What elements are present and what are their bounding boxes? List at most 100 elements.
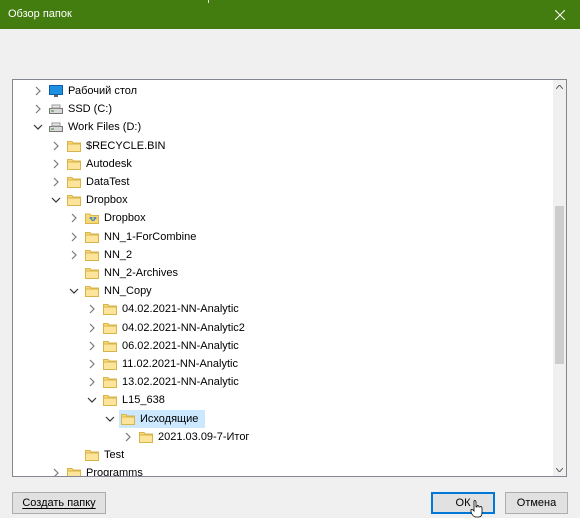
tree-item[interactable]: NN_2-Archives	[13, 264, 555, 282]
chevron-right-icon[interactable]	[87, 341, 97, 351]
tree-item[interactable]: Рабочий стол	[13, 82, 555, 100]
chevron-up-icon	[556, 84, 563, 89]
close-button[interactable]	[540, 0, 580, 29]
mouse-cursor-icon	[470, 500, 483, 518]
folder-icon	[85, 268, 99, 279]
tree-item-label: 13.02.2021-NN-Analytic	[122, 376, 239, 389]
chevron-right-icon[interactable]	[123, 432, 133, 442]
cancel-button[interactable]: Отмена	[505, 492, 568, 514]
tree-item[interactable]: 2021.03.09-7-Итог	[13, 428, 555, 446]
tree-item-label: Work Files (D:)	[68, 121, 142, 134]
chevron-right-icon[interactable]	[69, 213, 79, 223]
folder-icon	[67, 177, 81, 188]
tree-item-label: 06.02.2021-NN-Analytic	[122, 339, 239, 352]
tree-item-label: Autodesk	[86, 157, 132, 170]
folder-icon	[85, 450, 99, 461]
tree-item-label: SSD (C:)	[68, 103, 112, 116]
desktop-icon	[49, 85, 63, 97]
tree-item[interactable]: NN_1-ForCombine	[13, 228, 555, 246]
new-folder-label: Создать папку	[22, 497, 96, 509]
folder-icon	[103, 340, 117, 352]
tree-item-label: $RECYCLE.BIN	[86, 139, 166, 152]
new-folder-button[interactable]: Создать папку	[12, 492, 106, 514]
tree-item-label: 04.02.2021-NN-Analytic	[122, 303, 239, 316]
folder-icon	[67, 468, 81, 476]
chevron-right-icon[interactable]	[51, 159, 61, 169]
chevron-right-icon[interactable]	[51, 141, 61, 151]
tree-item[interactable]: 04.02.2021-NN-Analytic	[13, 300, 555, 318]
scroll-down-arrow[interactable]	[553, 463, 566, 476]
vertical-scrollbar[interactable]	[553, 80, 566, 476]
chevron-right-icon[interactable]	[87, 359, 97, 369]
tree-item[interactable]: Autodesk	[13, 155, 555, 173]
chevron-right-icon[interactable]	[69, 232, 79, 242]
tree-item[interactable]: DataTest	[13, 173, 555, 191]
folder-icon	[103, 395, 117, 407]
chevron-down-icon	[556, 467, 563, 472]
tree-item[interactable]: Test	[13, 446, 555, 464]
folder-icon	[139, 431, 153, 443]
tree-item[interactable]: 11.02.2021-NN-Analytic	[13, 355, 555, 373]
chevron-down-icon[interactable]	[69, 286, 79, 296]
chevron-down-icon[interactable]	[105, 414, 115, 424]
tree-item[interactable]: Dropbox	[13, 209, 555, 227]
tree-item-label: NN_2	[104, 248, 133, 261]
folder-icon	[103, 304, 117, 316]
tree-item-label: Dropbox	[86, 194, 128, 207]
tree-item[interactable]: Dropbox	[13, 191, 555, 209]
dropbox-folder-icon	[85, 213, 99, 225]
folder-tree[interactable]: Programms Test 2021.03.09-7-Итог Исходящие L…	[12, 79, 567, 477]
title-bar: Обзор папок	[0, 0, 580, 29]
chevron-right-icon[interactable]	[87, 304, 97, 314]
folder-icon	[67, 140, 81, 152]
folder-icon	[103, 377, 117, 389]
tree-item[interactable]: $RECYCLE.BIN	[13, 137, 555, 155]
tree-item-label: NN_1-ForCombine	[104, 230, 197, 243]
tree-item[interactable]: SSD (C:)	[13, 100, 555, 118]
tree-item-label: 11.02.2021-NN-Analytic	[122, 358, 238, 370]
ok-label: ОК	[455, 497, 471, 509]
tree-item-label: 2021.03.09-7-Итог	[158, 430, 250, 443]
folder-icon	[85, 231, 99, 243]
chevron-down-icon[interactable]	[33, 122, 43, 132]
folder-icon	[85, 286, 99, 298]
tree-item-label: Dropbox	[104, 212, 146, 225]
tree-item[interactable]: Programms	[13, 464, 555, 477]
folder-icon	[103, 322, 117, 334]
folder-icon	[67, 195, 81, 207]
tree-item[interactable]: NN_2	[13, 246, 555, 264]
chevron-right-icon[interactable]	[87, 377, 97, 387]
drive-icon	[49, 104, 63, 115]
chevron-right-icon[interactable]	[87, 323, 97, 333]
chevron-down-icon[interactable]	[87, 395, 97, 405]
tree-item-label: Рабочий стол	[68, 85, 138, 97]
scrollbar-thumb[interactable]	[555, 206, 564, 364]
tree-item-label: Исходящие	[140, 412, 199, 425]
tree-item[interactable]: L15_638	[13, 391, 555, 409]
tree-item[interactable]: 13.02.2021-NN-Analytic	[13, 373, 555, 391]
tree-item-label: Programms	[86, 467, 143, 477]
tree-item[interactable]: NN_Copy	[13, 282, 555, 300]
folder-icon	[103, 359, 117, 370]
close-icon	[555, 9, 565, 20]
chevron-down-icon[interactable]	[51, 195, 61, 205]
chevron-right-icon[interactable]	[33, 86, 43, 96]
tree-item-label: L15_638	[122, 394, 165, 407]
tree-item[interactable]: 04.02.2021-NN-Analytic2	[13, 319, 555, 337]
chevron-right-icon[interactable]	[69, 250, 79, 260]
tree-item[interactable]: Work Files (D:)	[13, 118, 555, 136]
folder-icon	[85, 249, 99, 261]
tree-item[interactable]: Исходящие	[13, 409, 555, 428]
chevron-right-icon[interactable]	[33, 104, 43, 114]
tree-item-label: 04.02.2021-NN-Analytic2	[122, 321, 245, 334]
tree-item-label: NN_Copy	[104, 285, 152, 298]
scroll-up-arrow[interactable]	[553, 80, 566, 93]
ok-button[interactable]: ОК	[431, 492, 495, 514]
chevron-right-icon[interactable]	[51, 468, 61, 477]
folder-icon	[121, 413, 135, 425]
cancel-label: Отмена	[516, 497, 557, 509]
chevron-right-icon[interactable]	[51, 177, 61, 187]
tree-item-label: NN_2-Archives	[104, 267, 178, 279]
tree-item-label: DataTest	[86, 176, 130, 188]
tree-item[interactable]: 06.02.2021-NN-Analytic	[13, 337, 555, 355]
